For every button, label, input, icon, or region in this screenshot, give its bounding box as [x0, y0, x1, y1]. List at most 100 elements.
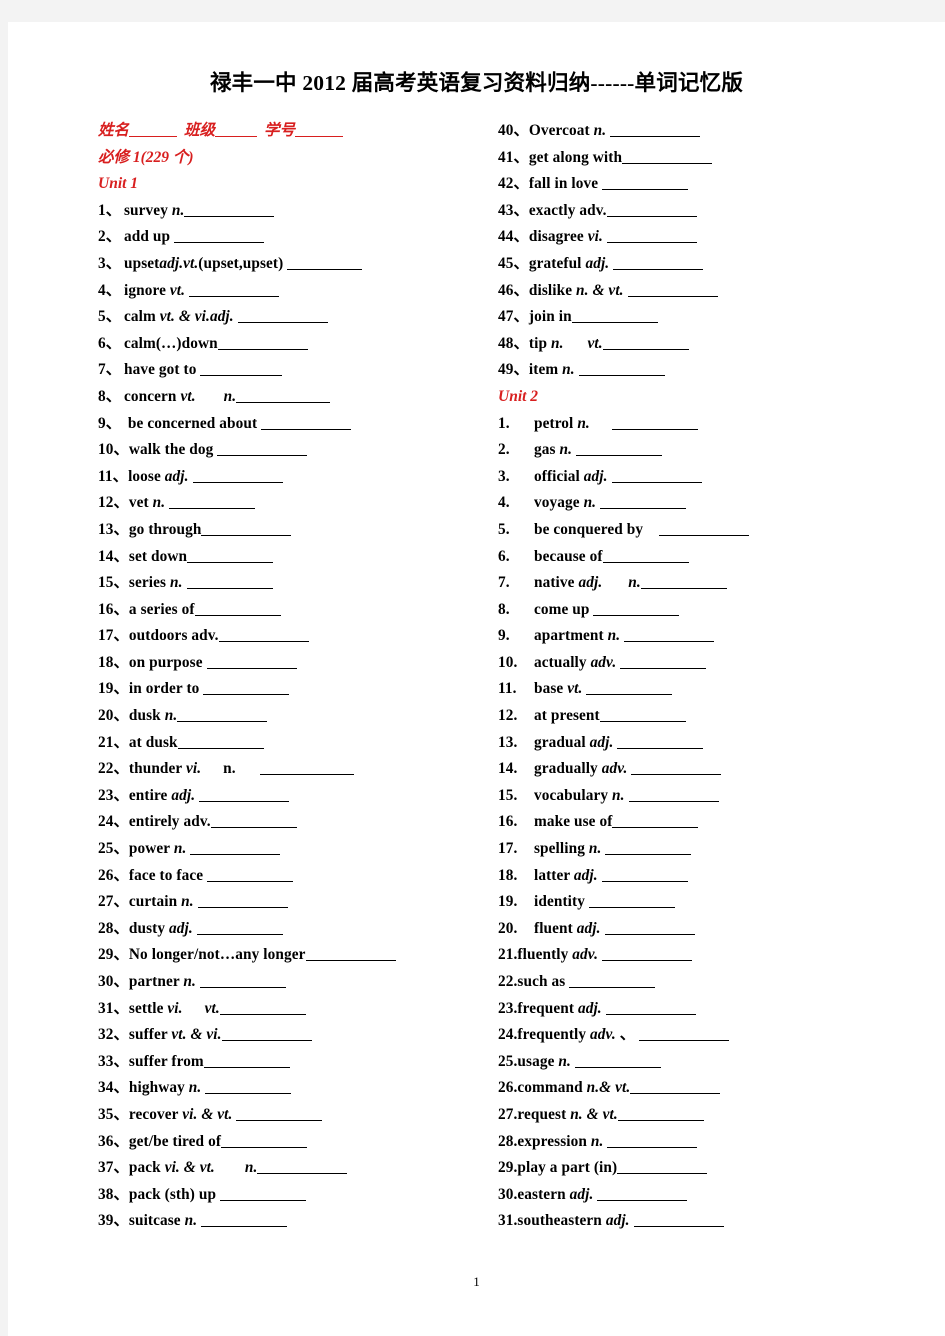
answer-blank[interactable] [184, 215, 275, 217]
answer-blank[interactable] [624, 641, 715, 643]
entry-number: 3. [498, 467, 510, 485]
vocab-entry: 5. be conquered by [498, 517, 918, 544]
answer-blank[interactable] [610, 136, 701, 137]
answer-blank[interactable] [605, 1013, 696, 1015]
answer-blank[interactable] [593, 614, 680, 616]
answer-blank[interactable] [217, 455, 308, 457]
answer-blank[interactable] [177, 747, 264, 749]
answer-blank[interactable] [630, 1093, 721, 1095]
answer-blank[interactable] [199, 987, 286, 988]
answer-blank[interactable] [219, 1013, 306, 1015]
answer-blank[interactable] [287, 268, 363, 270]
answer-blank[interactable] [611, 428, 698, 430]
answer-blank[interactable] [174, 242, 265, 244]
answer-blank[interactable] [617, 747, 704, 749]
answer-blank[interactable] [203, 694, 290, 696]
answer-blank[interactable] [578, 375, 665, 377]
answer-blank[interactable] [305, 960, 396, 962]
answer-blank[interactable] [259, 774, 354, 776]
answer-blank[interactable] [571, 322, 658, 324]
student-id-field[interactable]: 学号 [264, 122, 344, 139]
entry-number: 10、 [98, 441, 129, 459]
entry-number: 21. [498, 946, 518, 964]
answer-blank[interactable] [569, 987, 656, 988]
answer-blank[interactable] [605, 854, 692, 856]
answer-blank[interactable] [576, 455, 663, 457]
class-blank[interactable] [215, 136, 258, 137]
answer-blank[interactable] [257, 1173, 348, 1175]
answer-blank[interactable] [611, 481, 702, 483]
entry-part-of-speech: adj. [576, 919, 601, 937]
name-field[interactable]: 姓名 [98, 122, 178, 139]
answer-blank[interactable] [633, 1226, 724, 1228]
student-id-blank[interactable] [295, 136, 344, 137]
answer-blank[interactable] [601, 880, 688, 882]
answer-blank[interactable] [607, 1146, 698, 1148]
answer-blank[interactable] [602, 561, 689, 563]
answer-blank[interactable] [218, 641, 309, 643]
answer-blank[interactable] [622, 162, 713, 164]
answer-blank[interactable] [187, 561, 274, 563]
answer-blank[interactable] [604, 933, 695, 935]
answer-blank[interactable] [189, 295, 280, 297]
answer-blank[interactable] [197, 907, 288, 909]
answer-blank[interactable] [199, 800, 290, 802]
answer-blank[interactable] [628, 800, 719, 802]
entry-word: ignore [124, 281, 170, 299]
answer-blank[interactable] [237, 322, 328, 324]
answer-blank[interactable] [631, 774, 722, 776]
entry-word: calm(…)down [124, 334, 218, 352]
answer-blank[interactable] [659, 534, 750, 536]
answer-blank[interactable] [602, 348, 689, 350]
answer-blank[interactable] [206, 667, 297, 669]
answer-blank[interactable] [200, 375, 283, 377]
answer-blank[interactable] [210, 827, 297, 829]
answer-blank[interactable] [177, 721, 268, 723]
answer-blank[interactable] [600, 508, 687, 510]
vocab-entry: 7、 have got to [98, 357, 518, 384]
answer-blank[interactable] [236, 401, 331, 403]
answer-blank[interactable] [599, 721, 686, 723]
entry-part-of-speech: n. [612, 786, 625, 804]
answer-blank[interactable] [617, 1119, 704, 1121]
class-field[interactable]: 班级 [184, 122, 258, 139]
answer-blank[interactable] [205, 1093, 292, 1095]
answer-blank[interactable] [574, 1066, 661, 1068]
answer-blank[interactable] [196, 933, 283, 935]
answer-blank[interactable] [588, 907, 675, 909]
answer-blank[interactable] [203, 1066, 290, 1068]
answer-blank[interactable] [620, 667, 707, 669]
entry-word: pack (sth) up [128, 1185, 220, 1203]
vocab-entry: 26、face to face [98, 863, 518, 890]
entry-number: 25. [498, 1052, 518, 1070]
answer-blank[interactable] [606, 215, 697, 217]
answer-blank[interactable] [602, 960, 693, 962]
answer-blank[interactable] [613, 268, 704, 270]
answer-blank[interactable] [261, 428, 352, 430]
answer-blank[interactable] [627, 295, 718, 297]
answer-blank[interactable] [597, 1199, 688, 1201]
answer-blank[interactable] [190, 854, 281, 856]
entry-number: 24、 [98, 813, 129, 831]
answer-blank[interactable] [236, 1119, 323, 1121]
answer-blank[interactable] [606, 242, 697, 244]
answer-blank[interactable] [221, 1040, 312, 1042]
answer-blank[interactable] [217, 348, 308, 350]
answer-blank[interactable] [194, 614, 281, 616]
answer-blank[interactable] [192, 481, 283, 483]
entry-part-of-speech: vt. [169, 281, 186, 299]
answer-blank[interactable] [201, 1226, 288, 1228]
answer-blank[interactable] [639, 1040, 730, 1042]
answer-blank[interactable] [586, 694, 673, 696]
answer-blank[interactable] [201, 534, 292, 536]
answer-blank[interactable] [221, 1146, 308, 1148]
name-blank[interactable] [129, 136, 178, 137]
answer-blank[interactable] [617, 1173, 708, 1175]
answer-blank[interactable] [220, 1199, 306, 1201]
answer-blank[interactable] [207, 880, 294, 882]
answer-blank[interactable] [640, 588, 727, 590]
answer-blank[interactable] [612, 827, 699, 829]
answer-blank[interactable] [602, 189, 689, 191]
answer-blank[interactable] [186, 588, 273, 590]
answer-blank[interactable] [169, 508, 256, 510]
